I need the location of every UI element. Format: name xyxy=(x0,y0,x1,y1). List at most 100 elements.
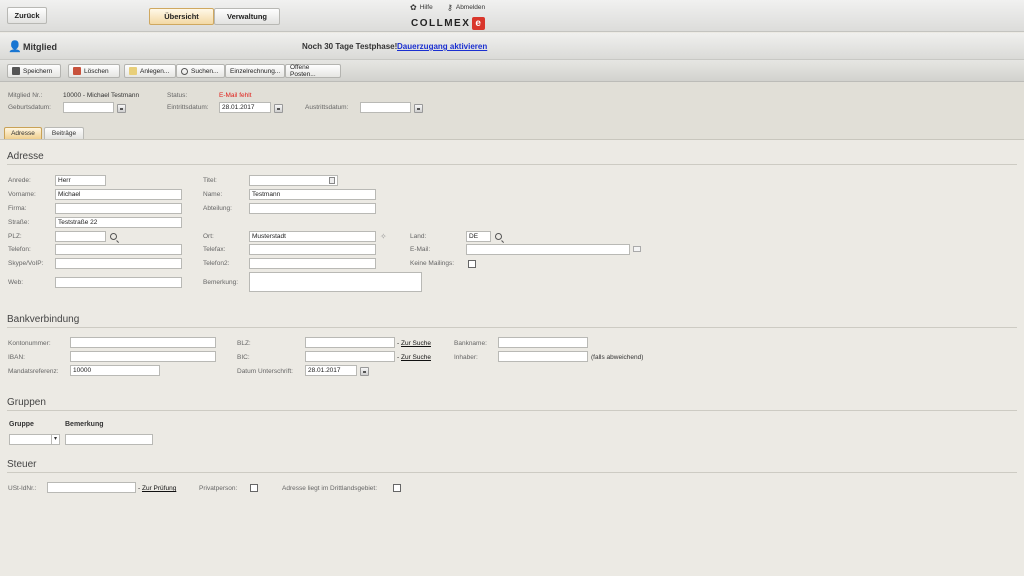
city-label: Ort: xyxy=(203,233,214,240)
toolbar: Speichern Löschen Anlegen... Suchen... E… xyxy=(0,60,1024,82)
bic-label: BIC: xyxy=(237,354,250,361)
holder-note: (falls abweichend) xyxy=(591,354,644,361)
firstname-field[interactable]: Michael xyxy=(55,189,182,200)
single-invoice-button[interactable]: Einzelrechnung... xyxy=(225,64,285,78)
group-remark-field[interactable] xyxy=(65,434,153,445)
bic-field[interactable] xyxy=(305,351,395,362)
email-field[interactable] xyxy=(466,244,630,255)
email-label: E-Mail: xyxy=(410,246,431,253)
vat-check-link[interactable]: - Zur Prüfung xyxy=(138,485,176,492)
activate-link[interactable]: Dauerzugang aktivieren xyxy=(397,42,487,51)
department-field[interactable] xyxy=(249,203,376,214)
city-field[interactable]: Musterstadt xyxy=(249,231,376,242)
mail-icon[interactable] xyxy=(633,246,641,252)
tab-fees[interactable]: Beiträge xyxy=(44,127,84,139)
mandate-label: Mandatsreferenz: xyxy=(8,368,59,375)
city-lookup-icon[interactable]: ✧ xyxy=(380,232,387,241)
holder-field[interactable] xyxy=(498,351,588,362)
account-field[interactable] xyxy=(70,337,216,348)
gear-icon: ✿ xyxy=(410,3,417,12)
third-country-checkbox[interactable] xyxy=(393,484,401,492)
help-link[interactable]: ✿ Hilfe xyxy=(410,3,433,12)
calendar-icon[interactable] xyxy=(414,104,423,113)
group-column-header: Gruppe xyxy=(9,421,34,428)
company-label: Firma: xyxy=(8,205,27,212)
vat-field[interactable] xyxy=(47,482,136,493)
no-mailings-label: Keine Mailings: xyxy=(410,260,455,267)
member-icon: 👤 xyxy=(8,41,22,53)
groups-heading: Gruppen xyxy=(7,397,46,408)
bank-heading: Bankverbindung xyxy=(7,314,80,325)
street-label: Straße: xyxy=(8,219,30,226)
create-button[interactable]: Anlegen... xyxy=(124,64,176,78)
birthdate-label: Geburtsdatum: xyxy=(8,104,51,111)
salutation-field[interactable]: Herr xyxy=(55,175,106,186)
logout-link[interactable]: ⚷ Abmelden xyxy=(447,3,485,12)
web-field[interactable] xyxy=(55,277,182,288)
private-checkbox[interactable] xyxy=(250,484,258,492)
save-button[interactable]: Speichern xyxy=(7,64,61,78)
entry-date-label: Eintrittsdatum: xyxy=(167,104,209,111)
calendar-icon[interactable] xyxy=(117,104,126,113)
chevron-down-icon[interactable]: ▾ xyxy=(51,435,59,444)
tab-address[interactable]: Adresse xyxy=(4,127,42,139)
search-icon xyxy=(181,67,188,75)
search-icon[interactable] xyxy=(110,233,117,240)
exit-date-field[interactable] xyxy=(360,102,411,113)
phone-field[interactable] xyxy=(55,244,182,255)
remark-textarea[interactable] xyxy=(249,272,422,292)
firstname-label: Vorname: xyxy=(8,191,36,198)
country-field[interactable]: DE xyxy=(466,231,491,242)
bic-search-text: Zur Suche xyxy=(400,354,431,361)
signature-date-field[interactable]: 28.01.2017 xyxy=(305,365,357,376)
tab-administration[interactable]: Verwaltung xyxy=(214,8,280,25)
iban-field[interactable] xyxy=(70,351,216,362)
bankname-label: Bankname: xyxy=(454,340,487,347)
salutation-label: Anrede: xyxy=(8,177,31,184)
blz-search-link[interactable]: - Zur Suche xyxy=(397,340,431,347)
fax-label: Telefax: xyxy=(203,246,226,253)
collmex-logo: COLLMEX e xyxy=(411,17,486,30)
bankname-field[interactable] xyxy=(498,337,588,348)
fax-field[interactable] xyxy=(249,244,376,255)
remark-column-header: Bemerkung xyxy=(65,421,104,428)
street-field[interactable]: Teststraße 22 xyxy=(55,217,182,228)
divider xyxy=(7,327,1017,328)
phone2-field[interactable] xyxy=(249,258,376,269)
dropdown-icon[interactable] xyxy=(329,177,335,184)
title-field[interactable] xyxy=(249,175,338,186)
calendar-icon[interactable] xyxy=(274,104,283,113)
no-mailings-checkbox[interactable] xyxy=(468,260,476,268)
skype-field[interactable] xyxy=(55,258,182,269)
tab-overview[interactable]: Übersicht xyxy=(149,8,214,25)
birthdate-field[interactable] xyxy=(63,102,114,113)
zip-field[interactable] xyxy=(55,231,106,242)
title-bar: 👤 Mitglied Noch 30 Tage Testphase! Dauer… xyxy=(0,33,1024,60)
mandate-field[interactable]: 10000 xyxy=(70,365,160,376)
logo-mark-icon: e xyxy=(472,17,486,30)
third-country-label: Adresse liegt im Drittlandsgebiet: xyxy=(282,485,378,492)
company-field[interactable] xyxy=(55,203,182,214)
new-document-icon xyxy=(129,67,137,75)
name-field[interactable]: Testmann xyxy=(249,189,376,200)
department-label: Abteilung: xyxy=(203,205,232,212)
web-label: Web: xyxy=(8,279,24,286)
member-no-label: Mitglied Nr.: xyxy=(8,92,43,99)
tax-heading: Steuer xyxy=(7,459,37,470)
calendar-icon[interactable] xyxy=(360,367,369,376)
status-label: Status: xyxy=(167,92,188,99)
divider xyxy=(7,164,1017,165)
search-icon[interactable] xyxy=(495,233,502,240)
blz-field[interactable] xyxy=(305,337,395,348)
back-button[interactable]: Zurück xyxy=(7,7,47,24)
signature-date-label: Datum Unterschrift: xyxy=(237,368,293,375)
delete-button[interactable]: Löschen xyxy=(68,64,120,78)
entry-date-field[interactable]: 28.01.2017 xyxy=(219,102,271,113)
divider xyxy=(7,410,1017,411)
member-no-value: 10000 - Michael Testmann xyxy=(63,92,140,99)
account-label: Kontonummer: xyxy=(8,340,51,347)
bic-search-link[interactable]: - Zur Suche xyxy=(397,354,431,361)
key-icon: ⚷ xyxy=(447,3,453,12)
search-button[interactable]: Suchen... xyxy=(176,64,225,78)
open-items-button[interactable]: Offene Posten... xyxy=(285,64,341,78)
